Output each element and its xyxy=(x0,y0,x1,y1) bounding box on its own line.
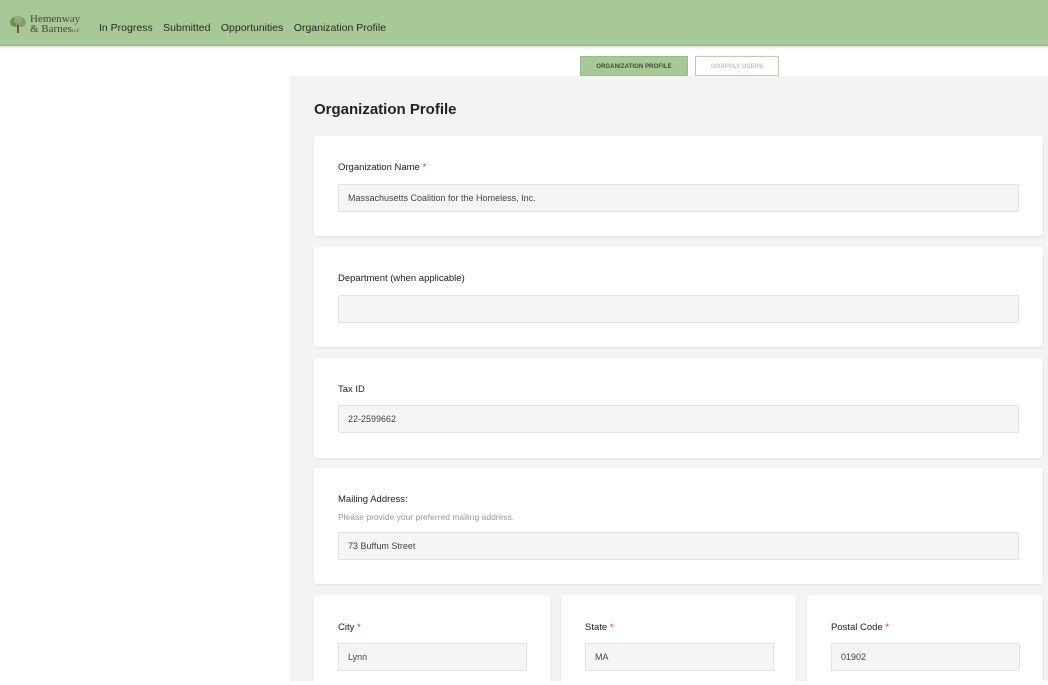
tree-icon xyxy=(10,16,26,33)
mailing-address-label: Mailing Address: xyxy=(338,494,408,505)
department-label: Department (when applicable) xyxy=(338,273,465,284)
mailing-address-hint: Please provide your preferred mailing ad… xyxy=(338,512,515,522)
profile-panel: Organization Profile Organization Name *… xyxy=(290,76,1048,685)
state-card: State * MA xyxy=(561,595,796,685)
page-title: Organization Profile xyxy=(314,101,457,118)
nav-submitted[interactable]: Submitted xyxy=(163,22,210,34)
org-name-card: Organization Name * Massachusetts Coalit… xyxy=(314,136,1043,236)
mailing-address-input[interactable]: 73 Buffum Street xyxy=(338,532,1019,560)
city-card: City * Lynn xyxy=(314,595,550,685)
department-input[interactable] xyxy=(338,295,1019,323)
department-card: Department (when applicable) xyxy=(314,247,1043,347)
tax-id-card: Tax ID 22-2599662 xyxy=(314,358,1043,458)
main-nav: In Progress Submitted Opportunities Orga… xyxy=(99,18,392,36)
required-mark: * xyxy=(609,622,614,633)
brand-line2: & Barnes xyxy=(30,23,72,35)
nav-in-progress[interactable]: In Progress xyxy=(99,22,153,34)
tax-id-input[interactable]: 22-2599662 xyxy=(338,405,1019,433)
mailing-address-card: Mailing Address: Please provide your pre… xyxy=(314,468,1043,584)
brand-wordmark: Hemenway & BarnesLLP xyxy=(30,14,80,36)
city-label: City * xyxy=(338,622,361,633)
nav-opportunities[interactable]: Opportunities xyxy=(221,22,283,34)
tax-id-label: Tax ID xyxy=(338,384,365,395)
nav-organization-profile[interactable]: Organization Profile xyxy=(294,22,386,34)
state-input[interactable]: MA xyxy=(585,643,774,671)
brand-logo[interactable]: Hemenway & BarnesLLP xyxy=(8,14,86,36)
required-mark: * xyxy=(422,162,427,173)
org-name-label: Organization Name * xyxy=(338,162,427,173)
top-nav-bar: Hemenway & BarnesLLP In Progress Submitt… xyxy=(0,0,1048,46)
city-input[interactable]: Lynn xyxy=(338,643,527,671)
postal-code-input[interactable]: 01902 xyxy=(831,643,1020,671)
postal-code-label: Postal Code * xyxy=(831,622,890,633)
postal-code-card: Postal Code * 01902 xyxy=(807,595,1043,685)
tab-goapply-users[interactable]: GOAPPLY USERS xyxy=(695,56,779,76)
required-mark: * xyxy=(885,622,890,633)
state-label: State * xyxy=(585,622,614,633)
required-mark: * xyxy=(357,622,361,633)
brand-suffix: LLP xyxy=(71,28,79,33)
org-name-input[interactable]: Massachusetts Coalition for the Homeless… xyxy=(338,184,1019,212)
tab-organization-profile[interactable]: ORGANIZATION PROFILE xyxy=(580,56,688,76)
